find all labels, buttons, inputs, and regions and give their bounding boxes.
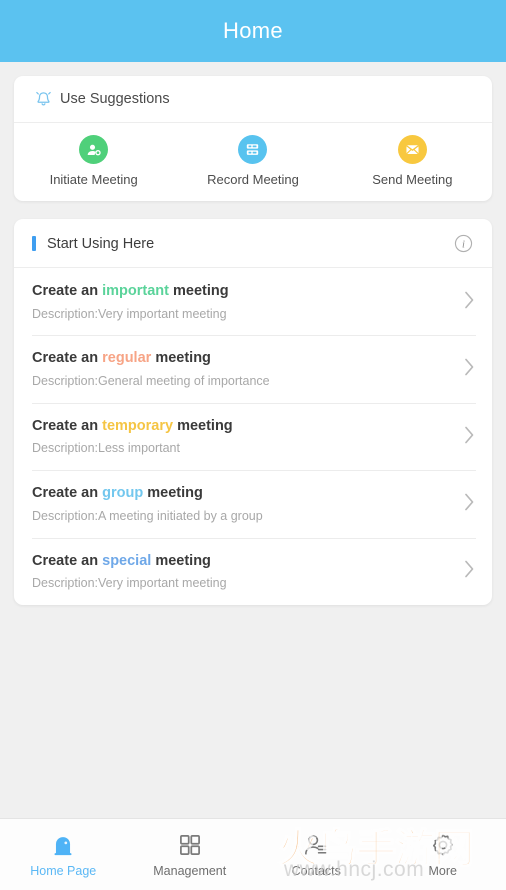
list-item-description: Description:Very important meeting — [32, 576, 227, 591]
home-icon — [50, 832, 76, 858]
bottom-tab-bar: Home Page Management Contacts More 火鸟手游网… — [0, 818, 506, 890]
title-keyword: regular — [102, 350, 152, 367]
svg-text:i: i — [462, 239, 465, 250]
list-item-title: Create an special meeting — [32, 552, 453, 572]
quick-action-record-meeting[interactable]: Record Meeting — [173, 135, 332, 187]
title-prefix: Create an — [32, 283, 103, 299]
list-item[interactable]: Create an regular meeting Description:Ge… — [14, 335, 492, 402]
info-circle-icon[interactable]: i — [453, 233, 474, 254]
list-item[interactable]: Create an group meeting Description:A me… — [14, 470, 492, 537]
list-item-title: Create an temporary meeting — [32, 417, 453, 437]
use-suggestions-title: Use Suggestions — [60, 91, 170, 107]
list-item-description: Description:Less important — [32, 441, 180, 456]
chevron-right-icon — [453, 424, 476, 451]
list-item[interactable]: Create an temporary meeting Description:… — [14, 402, 492, 470]
title-keyword: group — [102, 485, 144, 502]
alarm-bell-icon — [34, 89, 53, 109]
quick-action-initiate-meeting[interactable]: Initiate Meeting — [14, 135, 173, 187]
tab-management[interactable]: Management — [127, 819, 254, 890]
tab-home-page[interactable]: Home Page — [0, 819, 127, 890]
list-item[interactable]: Create an important meeting Description:… — [14, 268, 492, 335]
list-item-description: Description:General meeting of importanc… — [32, 374, 270, 388]
start-using-here-title: Start Using Here — [47, 235, 155, 252]
quick-action-send-meeting[interactable]: Send Meeting — [333, 135, 492, 187]
quick-action-label: Record Meeting — [207, 172, 299, 187]
send-meeting-icon — [397, 135, 427, 164]
list-item-texts: Create an regular meeting Description:Ge… — [32, 349, 453, 389]
use-suggestions-header: Use Suggestions — [14, 76, 492, 123]
title-suffix: meeting — [173, 417, 233, 434]
title-prefix: Create an — [32, 350, 103, 367]
list-item-description: Description:Very important meeting — [32, 306, 227, 321]
title-keyword: special — [102, 552, 152, 569]
page-title: Home — [223, 18, 283, 43]
quick-actions-row: Initiate Meeting Record Meeting Send Mee… — [14, 123, 492, 201]
scroll-body: Use Suggestions Initiate Meeting Record … — [0, 62, 506, 818]
chevron-right-icon — [453, 289, 476, 316]
list-item-texts: Create an important meeting Description:… — [32, 282, 453, 322]
app-root: Home Use Suggestions Initiate Meeting Re… — [0, 0, 506, 890]
grid-icon — [177, 832, 203, 858]
quick-action-label: Send Meeting — [372, 172, 453, 187]
contacts-icon — [303, 832, 329, 858]
list-item-texts: Create an temporary meeting Description:… — [32, 417, 453, 457]
list-item-title: Create an important meeting — [32, 282, 453, 302]
gear-icon — [430, 832, 456, 858]
title-suffix: meeting — [151, 552, 211, 569]
tab-contacts[interactable]: Contacts — [253, 819, 380, 890]
tab-label: Contacts — [291, 863, 341, 878]
meeting-type-list: Create an important meeting Description:… — [14, 268, 492, 605]
start-using-here-card: Start Using Here i Create an important m… — [14, 219, 492, 606]
list-item-texts: Create an group meeting Description:A me… — [32, 484, 453, 524]
chevron-right-icon — [453, 491, 476, 518]
list-item-description: Description:A meeting initiated by a gro… — [32, 508, 263, 523]
list-item-texts: Create an special meeting Description:Ve… — [32, 552, 453, 592]
tab-label: Management — [153, 863, 227, 878]
list-item[interactable]: Create an special meeting Description:Ve… — [14, 537, 492, 605]
title-prefix: Create an — [32, 417, 103, 434]
title-suffix: meeting — [168, 283, 229, 299]
title-prefix: Create an — [32, 485, 103, 502]
start-using-here-header: Start Using Here i — [14, 219, 492, 268]
initiate-meeting-icon — [79, 135, 109, 164]
title-suffix: meeting — [143, 485, 203, 502]
accent-bar — [32, 236, 36, 251]
tab-label: More — [428, 863, 457, 878]
chevron-right-icon — [453, 558, 476, 585]
title-suffix: meeting — [151, 350, 211, 367]
record-meeting-icon — [238, 135, 268, 164]
tab-label: Home Page — [30, 863, 97, 878]
title-keyword: important — [102, 283, 169, 299]
use-suggestions-card: Use Suggestions Initiate Meeting Record … — [14, 76, 492, 201]
app-header: Home — [0, 0, 506, 62]
list-item-title: Create an group meeting — [32, 484, 453, 504]
list-item-title: Create an regular meeting — [32, 349, 453, 369]
quick-action-label: Initiate Meeting — [49, 172, 138, 187]
tab-more[interactable]: More — [380, 819, 506, 890]
title-keyword: temporary — [102, 417, 174, 434]
chevron-right-icon — [453, 356, 476, 383]
title-prefix: Create an — [32, 552, 103, 569]
